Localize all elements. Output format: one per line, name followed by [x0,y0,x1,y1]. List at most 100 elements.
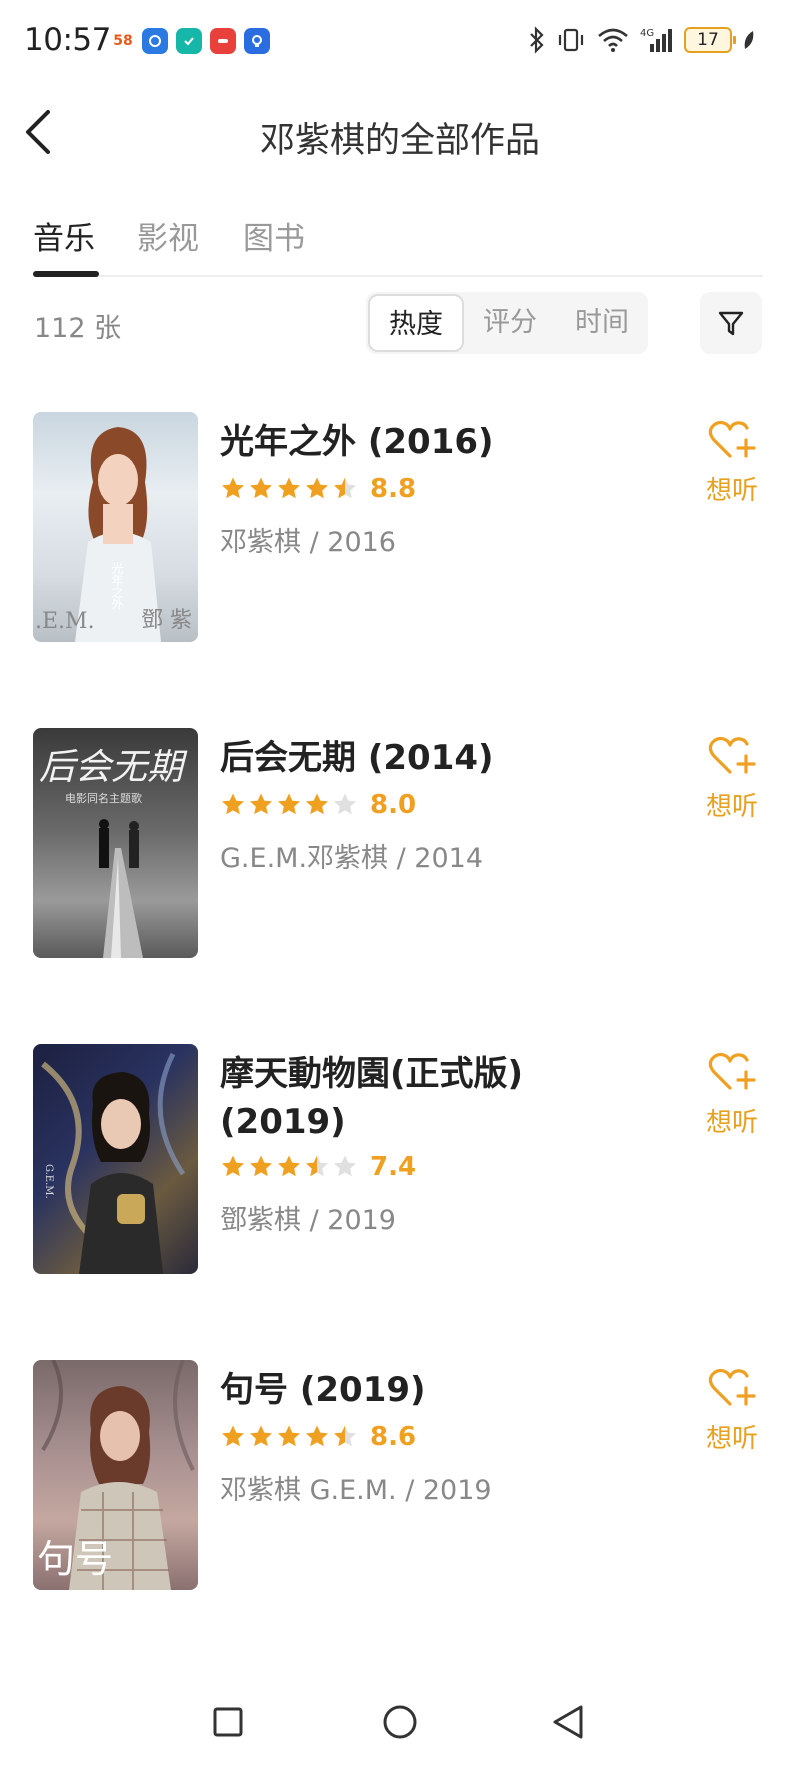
triangle-back-icon [553,1705,583,1739]
want-listen-button[interactable]: 想听 [700,418,764,507]
heart-plus-icon [708,1368,756,1406]
cover-title-text: 光年之外 [110,562,124,610]
signal-icon: 4G [640,28,672,52]
want-listen-label: 想听 [705,792,758,822]
filter-button[interactable] [700,292,762,354]
want-listen-label: 想听 [705,476,758,506]
album-rating: 8.6 [220,1422,416,1452]
want-listen-button[interactable]: 想听 [700,734,764,823]
sort-time-button[interactable]: 时间 [556,294,648,352]
album-cover[interactable]: G.E.M. [33,1044,198,1274]
star-full-icon [306,477,328,499]
star-empty-icon [334,1155,356,1177]
rating-score: 8.6 [370,1422,417,1452]
battery-level: 17 [697,30,719,50]
star-half-icon [334,1425,356,1447]
square-icon [213,1707,243,1737]
funnel-icon [718,311,744,336]
star-rating [220,792,358,818]
star-full-icon [222,793,244,815]
star-full-icon [250,477,272,499]
tab-music[interactable]: 音乐 [33,213,95,258]
album-rating: 8.8 [220,474,416,504]
album-cover[interactable]: 后会无期 电影同名主题歌 [33,728,198,958]
cover-subtitle-text: 电影同名主题歌 [65,792,142,805]
battery-indicator: 17 [684,27,736,53]
tab-active-indicator [33,271,99,277]
album-rating: 8.0 [220,790,416,820]
star-full-icon [250,1155,272,1177]
category-tabs: 音乐 影视 图书 [33,205,763,277]
star-full-icon [222,1155,244,1177]
cover-title-text: 句号 [37,1537,114,1581]
album-meta: 邓紫棋 G.E.M. / 2019 [220,1475,492,1506]
star-half-icon [306,1155,328,1177]
heart-plus-icon [708,420,756,458]
album-cover[interactable]: .E.M. 鄧 紫 光年之外 [33,412,198,642]
recents-button[interactable] [204,1698,252,1746]
list-item[interactable]: G.E.M. 摩天動物園(正式版) (2019) 7.4 鄧紫棋 / 2019 … [0,1044,800,1304]
album-title[interactable]: 后会无期 (2014) [220,734,560,782]
star-full-icon [278,793,300,815]
rating-score: 8.0 [370,790,417,820]
app-bulb-icon [244,28,270,54]
circle-icon [383,1705,417,1739]
page-title: 邓紫棋的全部作品 [259,121,540,161]
sort-segmented-control: 热度 评分 时间 [366,292,648,354]
vibrate-icon [558,28,584,52]
star-full-icon [250,793,272,815]
home-button[interactable] [376,1698,424,1746]
list-item[interactable]: .E.M. 鄧 紫 光年之外 光年之外 (2016) 8.8 邓紫棋 / 201… [0,412,800,652]
star-full-icon [278,1155,300,1177]
sort-popularity-button[interactable]: 热度 [368,294,464,352]
star-full-icon [278,477,300,499]
status-app-icons: 58 [112,28,270,54]
want-listen-label: 想听 [705,1424,758,1454]
back-nav-button[interactable] [544,1698,592,1746]
heart-plus-icon [708,1052,756,1090]
want-listen-button[interactable]: 想听 [700,1050,764,1139]
app-check-icon [176,28,202,54]
cover-artist-cn-text: 鄧 紫 [141,608,192,633]
album-cover[interactable]: 句号 [33,1360,198,1590]
status-right-icons: 4G 17 [528,26,756,54]
star-full-icon [222,1425,244,1447]
app-58-icon: 58 [113,33,133,49]
star-full-icon [250,1425,272,1447]
svg-text:4G: 4G [640,28,654,39]
system-nav-bar [0,1672,800,1778]
header: 邓紫棋的全部作品 [0,88,800,188]
tab-film[interactable]: 影视 [137,213,199,258]
star-rating [220,1154,358,1180]
cover-artist-text: G.E.M. [43,1164,54,1199]
album-meta: 邓紫棋 / 2016 [220,527,396,558]
album-rating: 7.4 [220,1152,416,1182]
star-empty-icon [334,793,356,815]
want-listen-label: 想听 [705,1108,758,1138]
star-rating [220,1424,358,1450]
cover-artist-text: .E.M. [35,609,95,634]
sort-rating-button[interactable]: 评分 [464,294,556,352]
album-title[interactable]: 摩天動物園(正式版) (2019) [220,1050,560,1146]
app-shield-icon [142,28,168,54]
bluetooth-icon [530,26,544,54]
heart-plus-icon [708,736,756,774]
star-half-icon [334,477,356,499]
tab-books[interactable]: 图书 [243,213,305,258]
star-full-icon [306,793,328,815]
status-time: 10:57 [24,22,111,58]
star-full-icon [222,477,244,499]
list-item[interactable]: 句号 句号 (2019) 8.6 邓紫棋 G.E.M. / 2019 想听 [0,1360,800,1600]
album-title[interactable]: 句号 (2019) [220,1366,560,1414]
app-red-icon [210,28,236,54]
cover-title-text: 后会无期 [39,747,184,788]
star-full-icon [306,1425,328,1447]
album-meta: 鄧紫棋 / 2019 [220,1205,396,1236]
rating-score: 7.4 [370,1152,417,1182]
list-item[interactable]: 后会无期 电影同名主题歌 后会无期 (2014) 8.0 G.E.M.邓紫棋 /… [0,728,800,968]
wifi-icon [598,28,628,52]
star-rating [220,476,358,502]
album-meta: G.E.M.邓紫棋 / 2014 [220,843,483,874]
want-listen-button[interactable]: 想听 [700,1366,764,1455]
album-title[interactable]: 光年之外 (2016) [220,418,560,466]
